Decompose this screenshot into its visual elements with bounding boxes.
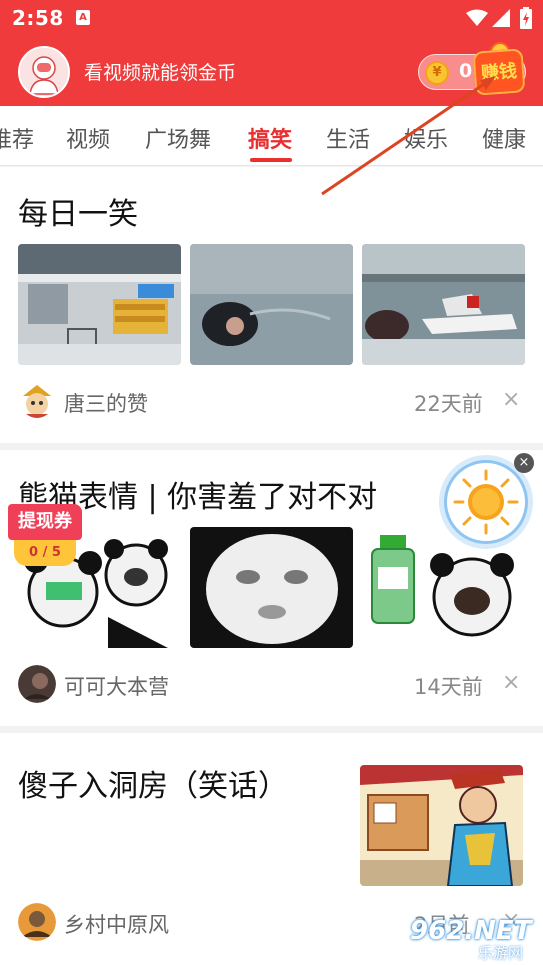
dismiss-button[interactable]: × [502, 670, 520, 695]
tab-life[interactable]: 生活 [326, 122, 370, 154]
post-time: 14天前 [414, 675, 483, 699]
tab-recommend[interactable]: 推荐 [0, 122, 34, 154]
dismiss-button[interactable]: × [502, 387, 520, 412]
voucher-label: 提现券 [8, 504, 82, 540]
card-title: 每日一笑 [18, 197, 138, 232]
author-name[interactable]: 乡村中原风 [64, 909, 169, 939]
sun-icon [453, 469, 519, 535]
active-tab-indicator [250, 158, 292, 162]
author-avatar[interactable] [18, 665, 56, 703]
floating-reward-button[interactable] [444, 460, 528, 544]
thumbnail-panda-meme-3[interactable] [362, 527, 525, 648]
tab-funny[interactable]: 搞笑 [248, 122, 292, 154]
post-time: 22天前 [414, 392, 483, 416]
header-promo-text: 看视频就能领金币 [84, 62, 237, 84]
status-time: 2:58 [12, 6, 64, 30]
card-title: 傻子入洞房（笑话） [18, 769, 288, 804]
coin-count: 0 [459, 60, 473, 82]
status-bar: 2:58 A [0, 0, 543, 36]
app-screen: 2:58 A 看视频就能领金币 ¥ 0 赚钱 推荐 视频 广场舞 搞笑 生活 娱… [0, 0, 543, 965]
author-photo-icon [18, 903, 56, 941]
floating-close-button[interactable]: × [514, 453, 534, 473]
tab-square-dance[interactable]: 广场舞 [145, 122, 211, 154]
top-header: 2:58 A 看视频就能领金币 ¥ 0 赚钱 [0, 0, 543, 106]
battery-icon [520, 7, 532, 29]
astronaut-icon [20, 48, 68, 96]
author-avatar[interactable] [18, 382, 56, 420]
notification-app-icon: A [76, 10, 90, 25]
user-avatar[interactable] [18, 46, 70, 98]
author-photo-icon [18, 665, 56, 703]
watermark-sub: 乐游网 [478, 944, 524, 962]
tab-video[interactable]: 视频 [66, 122, 110, 154]
thumbnail-supermarket[interactable] [18, 244, 181, 365]
thumbnail-cartoon[interactable] [360, 765, 523, 886]
category-tabs: 推荐 视频 广场舞 搞笑 生活 娱乐 健康 [0, 106, 543, 166]
tab-entertainment[interactable]: 娱乐 [404, 122, 448, 154]
thumbnail-jetski[interactable] [362, 244, 525, 365]
author-name[interactable]: 唐三的赞 [64, 388, 148, 418]
coin-icon: ¥ [425, 61, 449, 85]
earn-money-button[interactable]: 赚钱 [472, 48, 526, 96]
tab-health[interactable]: 健康 [482, 122, 526, 154]
monkey-king-icon [18, 382, 56, 420]
thumbnail-panda-meme-2[interactable] [190, 527, 353, 648]
thumbnail-ice[interactable] [190, 244, 353, 365]
withdraw-voucher-badge[interactable]: 提现券 0 / 5 [8, 504, 84, 568]
author-avatar[interactable] [18, 903, 56, 941]
wifi-icon [466, 9, 488, 26]
author-name[interactable]: 可可大本营 [64, 671, 169, 701]
voucher-progress: 0 / 5 [14, 540, 76, 566]
feed-card[interactable]: 每日一笑 唐三的赞 22天前 × [0, 167, 543, 443]
site-watermark: 962.NET 乐游网 [404, 914, 540, 962]
signal-icon [492, 9, 510, 27]
